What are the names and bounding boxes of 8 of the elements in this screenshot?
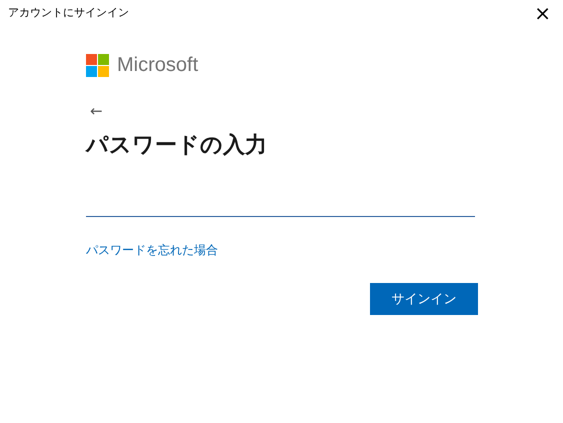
logo-icon (86, 54, 109, 76)
forgot-password-link[interactable]: パスワードを忘れた場合 (86, 243, 218, 258)
window-title: アカウントにサインイン (8, 4, 129, 21)
back-button[interactable]: ← (90, 100, 103, 122)
close-button[interactable]: × (530, 3, 555, 23)
brand-name: Microsoft (117, 53, 198, 78)
page-heading: パスワードの入力 (86, 133, 268, 160)
sign-in-button[interactable]: サインイン (370, 283, 478, 316)
